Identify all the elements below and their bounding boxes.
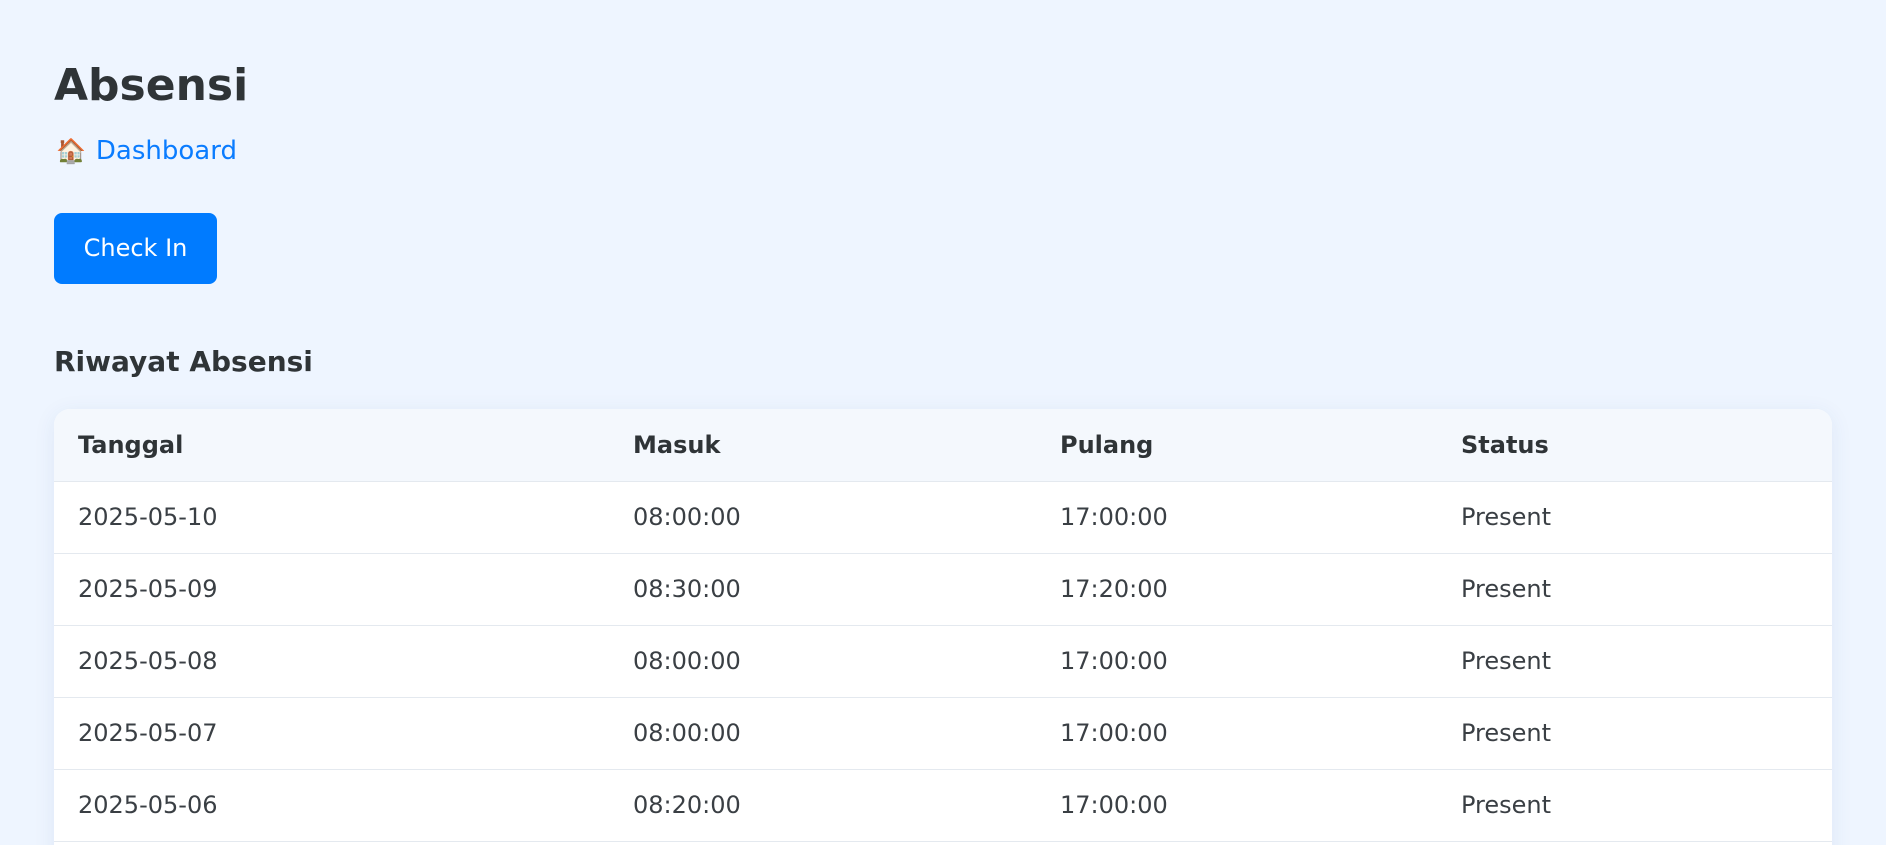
cell-status: Present (1437, 625, 1832, 698)
cell-check-in: 08:20:00 (609, 769, 1036, 842)
cell-status: Present (1437, 697, 1832, 770)
attendance-table-card: Tanggal Masuk Pulang Status 2025-05-10 0… (54, 409, 1832, 845)
attendance-table: Tanggal Masuk Pulang Status 2025-05-10 0… (54, 409, 1832, 842)
column-header-check-out: Pulang (1036, 409, 1437, 482)
cell-date: 2025-05-06 (54, 769, 609, 842)
dashboard-link-label: Dashboard (95, 136, 237, 166)
table-row: 2025-05-06 08:20:00 17:00:00 Present (54, 769, 1832, 842)
cell-date: 2025-05-08 (54, 625, 609, 698)
attendance-page: Absensi 🏠 Dashboard Check In Riwayat Abs… (0, 0, 1886, 845)
cell-check-out: 17:00:00 (1036, 697, 1437, 770)
table-header-row: Tanggal Masuk Pulang Status (54, 409, 1832, 482)
table-row: 2025-05-07 08:00:00 17:00:00 Present (54, 697, 1832, 770)
cell-check-out: 17:00:00 (1036, 625, 1437, 698)
table-row: 2025-05-09 08:30:00 17:20:00 Present (54, 553, 1832, 626)
cell-date: 2025-05-09 (54, 553, 609, 626)
column-header-date: Tanggal (54, 409, 609, 482)
table-row: 2025-05-10 08:00:00 17:00:00 Present (54, 481, 1832, 554)
dashboard-link[interactable]: 🏠 Dashboard (56, 134, 237, 168)
cell-check-in: 08:00:00 (609, 697, 1036, 770)
cell-status: Present (1437, 481, 1832, 554)
column-header-status: Status (1437, 409, 1832, 482)
cell-check-out: 17:20:00 (1036, 553, 1437, 626)
cell-check-out: 17:00:00 (1036, 769, 1437, 842)
check-in-button[interactable]: Check In (54, 213, 217, 284)
cell-status: Present (1437, 553, 1832, 626)
cell-check-in: 08:00:00 (609, 481, 1036, 554)
cell-date: 2025-05-07 (54, 697, 609, 770)
cell-check-in: 08:00:00 (609, 625, 1036, 698)
cell-status: Present (1437, 769, 1832, 842)
attendance-history-title: Riwayat Absensi (54, 345, 313, 378)
cell-check-out: 17:00:00 (1036, 481, 1437, 554)
cell-date: 2025-05-10 (54, 481, 609, 554)
column-header-check-in: Masuk (609, 409, 1036, 482)
page-title: Absensi (54, 60, 249, 111)
table-row: 2025-05-08 08:00:00 17:00:00 Present (54, 625, 1832, 698)
cell-check-in: 08:30:00 (609, 553, 1036, 626)
home-icon: 🏠 (56, 137, 86, 165)
